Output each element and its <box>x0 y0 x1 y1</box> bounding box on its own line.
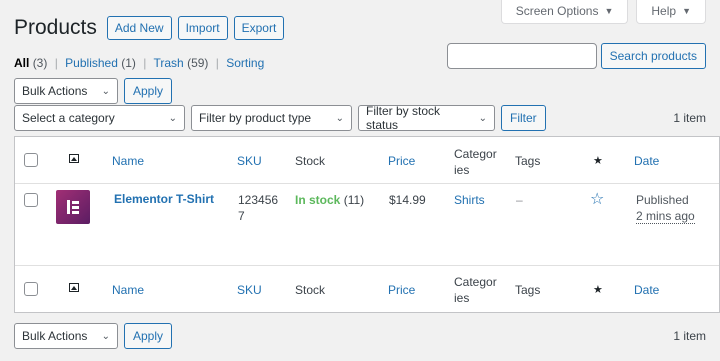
column-price[interactable]: Price <box>388 154 415 168</box>
apply-button-bottom[interactable]: Apply <box>124 323 173 349</box>
column-categories-line1: Categor <box>454 147 497 161</box>
view-published[interactable]: Published <box>65 56 118 70</box>
product-stock: In stock (11) <box>295 193 364 207</box>
view-all-count: (3) <box>32 56 48 70</box>
column-categories-footer-line1: Categor <box>454 275 497 289</box>
chevron-down-icon: ⌄ <box>168 112 177 124</box>
product-type-filter-select[interactable]: Filter by product type ⌄ <box>191 105 352 131</box>
image-column-icon <box>69 154 79 163</box>
view-trash[interactable]: Trash <box>154 56 184 70</box>
product-type-filter-label: Filter by product type <box>199 111 312 125</box>
select-all-checkbox-footer[interactable] <box>24 282 38 296</box>
chevron-down-icon: ⌄ <box>101 85 110 97</box>
filter-button[interactable]: Filter <box>501 105 546 131</box>
page-title: Products <box>14 16 97 39</box>
column-tags: Tags <box>515 154 541 168</box>
product-tags: – <box>516 193 523 207</box>
search-box: Search products <box>446 43 706 69</box>
bulk-actions-select[interactable]: Bulk Actions ⌄ <box>14 78 118 104</box>
items-count-bottom: 1 item <box>673 329 706 343</box>
product-sku-line2: 7 <box>238 209 245 223</box>
row-checkbox[interactable] <box>24 193 38 207</box>
view-published-count: (1) <box>121 56 136 70</box>
screen-options-label: Screen Options <box>515 3 599 18</box>
stock-status-filter-select[interactable]: Filter by stock status ⌄ <box>358 104 495 132</box>
column-name-footer[interactable]: Name <box>112 283 144 297</box>
product-thumbnail[interactable] <box>56 190 90 224</box>
stock-status: In stock <box>295 193 341 207</box>
category-filter-label: Select a category <box>22 111 115 125</box>
import-button[interactable]: Import <box>177 16 228 40</box>
bulk-actions-top: Bulk Actions ⌄ Apply <box>14 78 173 104</box>
column-stock-footer: Stock <box>295 283 326 297</box>
column-categories-footer-line2: ies <box>454 291 470 305</box>
stock-status-filter-label: Filter by stock status <box>366 104 441 132</box>
items-count-top: 1 item <box>673 111 706 125</box>
view-sorting[interactable]: Sorting <box>226 56 264 70</box>
product-price: $14.99 <box>389 193 426 207</box>
stock-quantity: (11) <box>343 193 365 207</box>
help-button[interactable]: Help ▼ <box>636 0 706 24</box>
export-button[interactable]: Export <box>233 16 285 40</box>
select-all-checkbox[interactable] <box>24 153 38 167</box>
apply-button[interactable]: Apply <box>124 78 173 104</box>
view-all[interactable]: All <box>14 56 29 70</box>
screen-options-button[interactable]: Screen Options ▼ <box>500 0 629 24</box>
column-tags-footer: Tags <box>515 283 541 297</box>
product-name-link[interactable]: Elementor T-Shirt <box>114 192 214 206</box>
column-date-footer[interactable]: Date <box>634 283 659 297</box>
product-date: Published 2 mins ago <box>636 192 695 224</box>
product-sku-line1: 123456 <box>238 193 279 207</box>
column-price-footer[interactable]: Price <box>388 283 415 297</box>
caret-down-icon: ▼ <box>604 5 614 16</box>
column-sku-footer[interactable]: SKU <box>237 283 262 297</box>
column-name[interactable]: Name <box>112 154 144 168</box>
column-categories-line2: ies <box>454 163 470 177</box>
column-stock: Stock <box>295 154 326 168</box>
search-products-button[interactable]: Search products <box>600 43 706 69</box>
table-row: Elementor T-Shirt 123456 7 In stock (11)… <box>15 184 719 266</box>
category-filter-select[interactable]: Select a category ⌄ <box>14 105 185 131</box>
bulk-actions-label: Bulk Actions <box>22 84 88 98</box>
chevron-down-icon: ⌄ <box>101 330 110 342</box>
star-outline-icon[interactable]: ☆ <box>590 189 604 209</box>
column-date[interactable]: Date <box>634 154 659 168</box>
page-header: Products Add New Import Export <box>14 16 290 40</box>
column-sku[interactable]: SKU <box>237 154 262 168</box>
bulk-actions-select-bottom[interactable]: Bulk Actions ⌄ <box>14 323 118 349</box>
bulk-actions-label-bottom: Bulk Actions <box>22 329 88 343</box>
table-footer-row: Name SKU Stock Price Categor ies Tags ★ … <box>15 266 719 312</box>
table-header-row: Name SKU Stock Price Categor ies Tags ★ … <box>15 137 719 184</box>
screen-meta: Screen Options ▼ Help ▼ <box>500 0 706 24</box>
products-table: Name SKU Stock Price Categor ies Tags ★ … <box>14 136 720 313</box>
filters: Select a category ⌄ Filter by product ty… <box>14 104 546 132</box>
featured-star-icon[interactable]: ★ <box>593 283 603 296</box>
date-ago: 2 mins ago <box>636 209 695 224</box>
status-views: All (3) | Published (1) | Trash (59) | S… <box>14 56 265 70</box>
chevron-down-icon: ⌄ <box>335 112 344 124</box>
bulk-actions-bottom: Bulk Actions ⌄ Apply <box>14 323 173 349</box>
product-category-link[interactable]: Shirts <box>454 193 485 207</box>
add-new-button[interactable]: Add New <box>106 16 172 40</box>
date-status: Published <box>636 193 689 207</box>
view-trash-count: (59) <box>187 56 209 70</box>
search-input[interactable] <box>446 43 597 69</box>
caret-down-icon: ▼ <box>682 5 691 16</box>
featured-star-icon[interactable]: ★ <box>593 154 603 167</box>
help-label: Help <box>651 3 677 18</box>
image-column-icon <box>69 283 79 292</box>
elementor-logo-icon <box>67 200 79 214</box>
chevron-down-icon: ⌄ <box>478 112 487 124</box>
